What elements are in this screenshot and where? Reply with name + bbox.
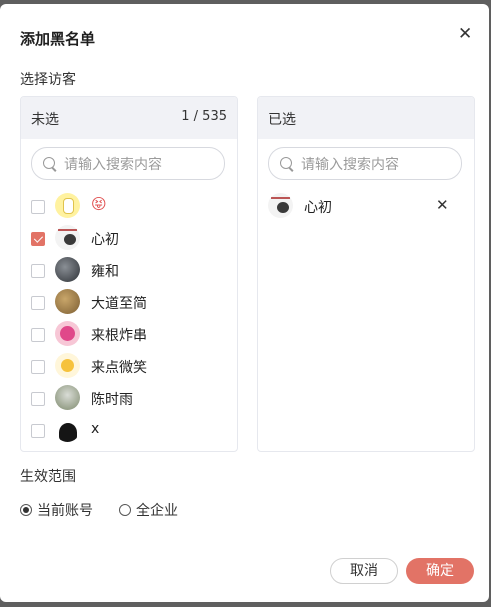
list-item[interactable]: 心初 xyxy=(21,223,237,255)
selection-count: 1 / 535 xyxy=(181,109,227,124)
section-label-visitors: 选择访客 xyxy=(20,72,76,88)
search-icon xyxy=(43,157,55,169)
selected-list: 心初 ✕ xyxy=(258,191,474,223)
list-item[interactable]: 来点微笑 xyxy=(21,351,237,383)
list-item[interactable]: 来根炸串 xyxy=(21,319,237,351)
avatar xyxy=(55,417,80,442)
dialog-title: 添加黑名单 xyxy=(20,30,96,48)
checkbox-checked[interactable] xyxy=(31,232,45,246)
right-search-box[interactable] xyxy=(268,147,462,181)
avatar xyxy=(55,385,80,410)
avatar xyxy=(268,193,293,218)
unselected-panel-header: 未选 1 / 535 xyxy=(21,97,237,139)
unselected-panel-title: 未选 xyxy=(31,112,59,128)
avatar xyxy=(55,225,80,250)
list-item-name: 😝 xyxy=(91,195,107,213)
radio-label-current-account: 当前账号 xyxy=(37,503,93,519)
list-item-name: 雍和 xyxy=(91,264,119,280)
list-item[interactable]: 大道至简 xyxy=(21,287,237,319)
selected-panel: 已选 心初 ✕ xyxy=(257,96,475,452)
cancel-button[interactable]: 取消 xyxy=(330,558,398,584)
add-blacklist-dialog: 添加黑名单 ✕ 选择访客 未选 1 / 535 😝 心初 xyxy=(0,4,489,602)
close-icon[interactable]: ✕ xyxy=(458,26,472,43)
list-item[interactable]: 😝 xyxy=(21,191,237,223)
list-item[interactable]: 陈时雨 xyxy=(21,383,237,415)
search-icon xyxy=(280,157,292,169)
unselected-panel: 未选 1 / 535 😝 心初 雍和 xyxy=(20,96,238,452)
checkbox[interactable] xyxy=(31,360,45,374)
checkbox[interactable] xyxy=(31,328,45,342)
avatar xyxy=(55,257,80,282)
selected-item: 心初 ✕ xyxy=(258,191,474,223)
avatar xyxy=(55,321,80,346)
selected-panel-header: 已选 xyxy=(258,97,474,139)
list-item[interactable]: 雍和 xyxy=(21,255,237,287)
visitor-list: 😝 心初 雍和 大道至简 来根炸串 来点微笑 陈时雨 x xyxy=(21,191,237,447)
selected-panel-title: 已选 xyxy=(268,112,296,128)
list-item-name: 大道至简 xyxy=(91,296,147,312)
list-item-name: 来根炸串 xyxy=(91,328,147,344)
avatar xyxy=(55,353,80,378)
radio-label-whole-enterprise: 全企业 xyxy=(136,503,178,519)
left-search-box[interactable] xyxy=(31,147,225,181)
checkbox[interactable] xyxy=(31,392,45,406)
list-item-name: 来点微笑 xyxy=(91,360,147,376)
list-item[interactable]: x xyxy=(21,415,237,447)
left-search-input[interactable] xyxy=(62,148,216,181)
checkbox[interactable] xyxy=(31,424,45,438)
list-item-name: 陈时雨 xyxy=(91,392,133,408)
confirm-button[interactable]: 确定 xyxy=(406,558,474,584)
avatar xyxy=(55,289,80,314)
right-search-input[interactable] xyxy=(299,148,453,181)
remove-icon[interactable]: ✕ xyxy=(436,196,449,214)
checkbox[interactable] xyxy=(31,264,45,278)
list-item-name: 心初 xyxy=(91,232,119,248)
selected-item-name: 心初 xyxy=(304,200,332,216)
checkbox[interactable] xyxy=(31,296,45,310)
checkbox[interactable] xyxy=(31,200,45,214)
radio-current-account[interactable] xyxy=(20,504,32,516)
avatar xyxy=(55,193,80,218)
section-label-scope: 生效范围 xyxy=(20,469,76,485)
radio-whole-enterprise[interactable] xyxy=(119,504,131,516)
list-item-name: x xyxy=(91,421,100,437)
